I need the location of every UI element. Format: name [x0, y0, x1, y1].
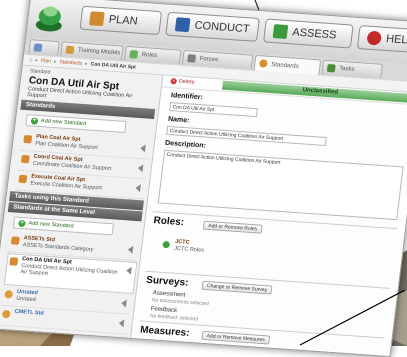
assess-label: ASSESS [291, 26, 338, 42]
help-label: HELP [385, 32, 407, 47]
add-standard-button-2[interactable]: + Add new Standard [12, 216, 114, 236]
chevron-right-icon: ▸ [53, 58, 57, 65]
pointer-line [299, 290, 406, 346]
training-models-icon [65, 45, 75, 55]
forces-icon [187, 54, 197, 63]
assess-icon [272, 24, 289, 40]
assessment-value: No assessments selected [151, 297, 210, 308]
home-icon[interactable]: ⌂ [29, 57, 33, 63]
item-title: CMETL Std [14, 308, 45, 317]
delete-icon: × [170, 78, 178, 85]
tab-label: Tasks [338, 65, 355, 73]
item-subtitle: Unrated [15, 295, 37, 304]
delete-button[interactable]: × Delete [170, 78, 195, 86]
assess-button[interactable]: ASSESS [262, 18, 354, 49]
breadcrumb-standards[interactable]: Standards [59, 59, 82, 67]
roles-header: Roles: [152, 215, 185, 229]
tab-label: Forces [199, 56, 219, 64]
tab-label: Standards [270, 61, 299, 70]
help-button[interactable]: HELP [356, 25, 407, 54]
arrow-left-icon[interactable] [139, 144, 146, 153]
add-standard-button[interactable]: + Add new Standard [25, 114, 127, 133]
item-subtitle: Plan Coalition Air Support [34, 140, 99, 152]
home-icon [33, 43, 43, 52]
measures-header: Measures: [139, 324, 191, 339]
tab-home[interactable] [28, 39, 60, 57]
standard-icon [1, 309, 11, 319]
chevron-right-icon: ▸ [35, 57, 39, 64]
arrow-left-icon[interactable] [125, 266, 132, 275]
app-logo-icon [35, 6, 62, 32]
plus-icon: + [30, 116, 39, 125]
help-icon [366, 30, 383, 46]
item-subtitle: ASSETs Standards Category [22, 242, 94, 254]
surveys-header: Surveys: [145, 274, 190, 289]
plan-icon [89, 11, 105, 27]
standard-icon [20, 154, 30, 164]
plan-label: PLAN [108, 13, 139, 28]
item-subtitle: Conduct Direct Action Utilizing Coalitio… [20, 263, 118, 277]
arrow-left-icon[interactable] [137, 163, 144, 173]
delete-label: Delete [178, 78, 195, 86]
tab-label: Roles [141, 51, 158, 59]
identifier-label: Identifier: [170, 92, 204, 102]
add-standard-label: Add new Standard [28, 220, 74, 230]
arrow-left-icon[interactable] [120, 299, 127, 308]
unrated-icon [4, 289, 14, 299]
standard-icon [23, 134, 33, 144]
tab-label: Training Models [77, 47, 121, 57]
standard-icon [9, 257, 19, 266]
arrow-left-icon[interactable] [118, 319, 125, 328]
standard-icon [18, 174, 28, 184]
tasks-icon [326, 63, 336, 73]
add-remove-roles-button[interactable]: Add or Remove Roles [202, 220, 263, 234]
conduct-icon [174, 17, 191, 33]
plan-button[interactable]: PLAN [79, 5, 163, 36]
identifier-input[interactable]: Con DA Util Air Spt [169, 102, 258, 118]
item-subtitle: Execute Coalition Air Support [29, 180, 103, 192]
breadcrumb-plan[interactable]: Plan [41, 58, 52, 65]
standard-icon [10, 236, 20, 245]
name-label: Name: [167, 115, 190, 125]
add-remove-measures-button[interactable]: Add or Remove Measures [201, 330, 271, 345]
role-item[interactable]: JCTC JCTC Roles [161, 237, 223, 261]
arrow-left-icon[interactable] [127, 245, 134, 254]
description-label: Description: [164, 139, 207, 150]
role-title: JCTC [174, 238, 190, 246]
add-standard-label: Add new Standard [40, 118, 87, 128]
standards-icon [258, 59, 268, 68]
conduct-label: CONDUCT [193, 19, 251, 36]
chevron-right-icon: ▸ [84, 61, 89, 68]
arrow-left-icon[interactable] [134, 183, 141, 193]
plus-icon: + [18, 219, 26, 227]
change-remove-survey-button[interactable]: Change or Remove Survey [201, 280, 273, 295]
roles-icon [129, 50, 139, 59]
conduct-button[interactable]: CONDUCT [165, 11, 260, 42]
description-textarea[interactable]: Conduct Direct Action Utilizing Coalitio… [157, 149, 404, 221]
role-subtitle: JCTC Roles [173, 245, 205, 254]
role-icon [162, 240, 171, 249]
breadcrumb-current: Con DA Util Air Spt [90, 61, 137, 71]
section-label: Standards [25, 102, 56, 111]
